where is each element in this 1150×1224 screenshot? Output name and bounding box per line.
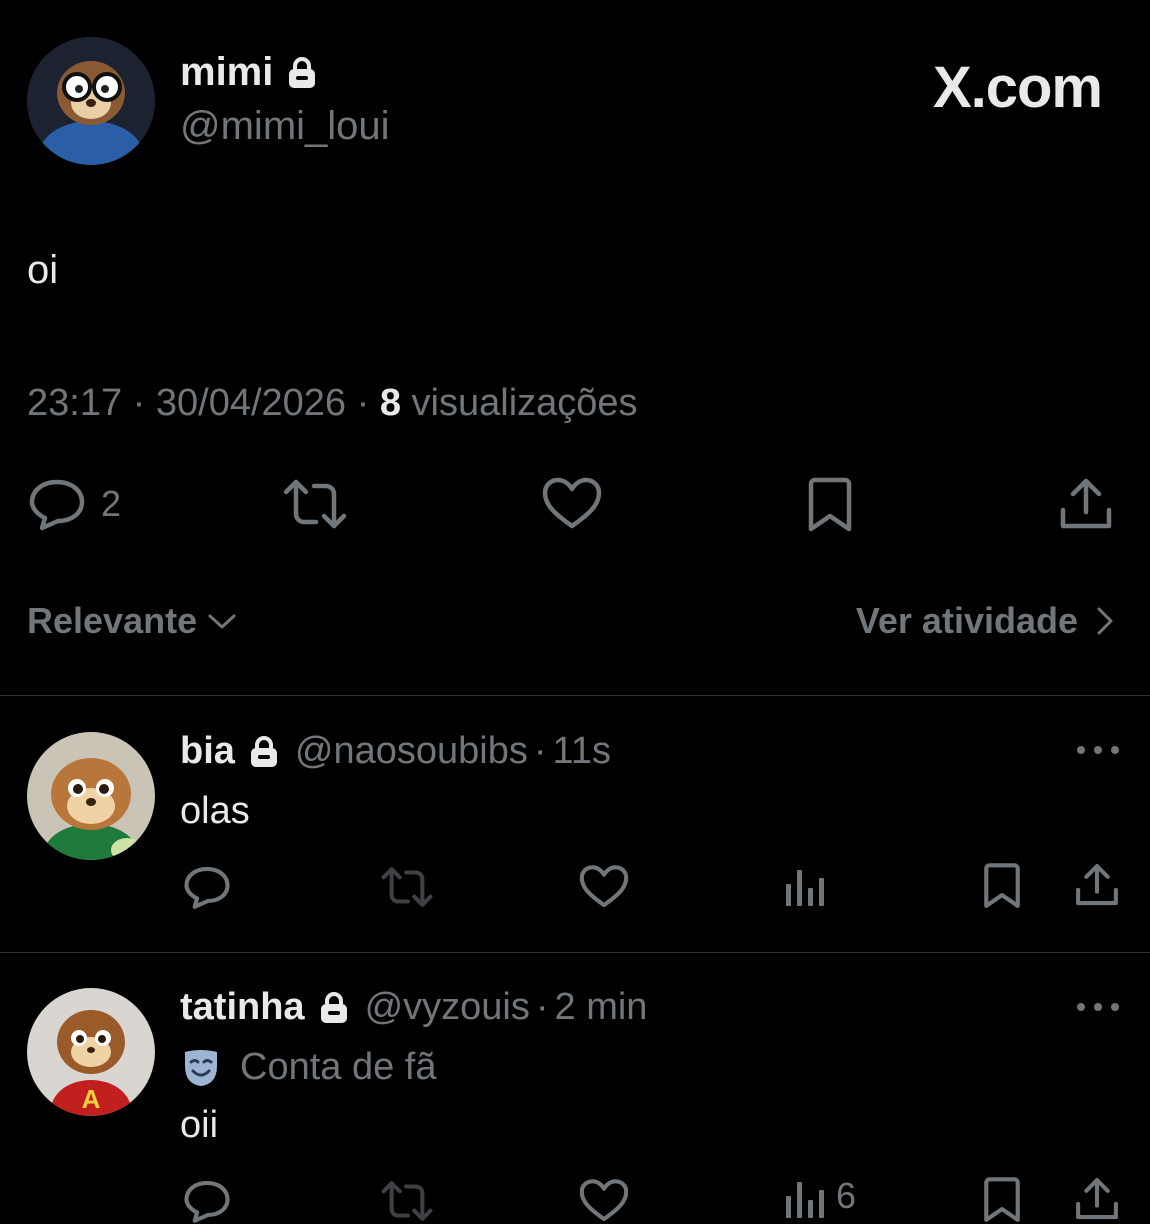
views-count: 8 [379, 382, 401, 424]
like-button[interactable] [541, 476, 603, 532]
retweet-button[interactable] [282, 478, 348, 530]
share-icon [1058, 476, 1114, 532]
reply-author-handle[interactable]: @naosoubibs [295, 730, 528, 773]
more-options-icon[interactable] [1075, 997, 1121, 1017]
lock-icon [287, 56, 317, 90]
heart-icon [578, 864, 630, 910]
reply-author-name[interactable]: tatinha [180, 986, 305, 1029]
reply-author-handle[interactable]: @vyzouis [365, 986, 530, 1029]
divider [0, 952, 1150, 953]
reply-button[interactable]: 2 [27, 476, 121, 532]
fan-account-badge: Conta de fã [182, 1046, 436, 1089]
separator: · [533, 730, 547, 772]
reply-avatar[interactable]: A [27, 988, 155, 1116]
tweet-date: 30/04/2026 [155, 382, 347, 424]
like-button[interactable] [578, 864, 630, 910]
reply-header: tatinha @vyzouis · 2 min [180, 986, 647, 1029]
retweet-icon [282, 478, 348, 530]
author-avatar[interactable] [27, 37, 155, 165]
reply-button[interactable] [182, 864, 232, 910]
reply-icon [27, 476, 87, 532]
separator: · [132, 382, 156, 424]
sort-dropdown[interactable]: Relevante [27, 600, 237, 642]
bookmark-icon [981, 1176, 1023, 1224]
reply-time[interactable]: 11s [553, 730, 611, 773]
separator: · [535, 986, 549, 1028]
author-name[interactable]: mimi [180, 50, 317, 95]
views-button[interactable] [784, 866, 826, 908]
activity-label: Ver atividade [855, 600, 1078, 641]
fan-account-label: Conta de fã [240, 1046, 437, 1088]
reply-header: bia @naosoubibs · 11s [180, 730, 611, 773]
share-icon [1074, 862, 1120, 908]
views-button[interactable]: 6 [784, 1178, 856, 1220]
view-activity-link[interactable]: Ver atividade [856, 600, 1114, 642]
brand-logo: X.com [932, 55, 1103, 120]
views-count: 6 [836, 1175, 857, 1216]
retweet-button[interactable] [380, 1180, 434, 1222]
author-name-text: mimi [180, 50, 274, 94]
heart-icon [541, 476, 603, 532]
bar-chart-icon [784, 866, 826, 908]
reply-avatar[interactable] [27, 732, 155, 860]
bookmark-icon [805, 476, 855, 534]
sort-label: Relevante [27, 600, 198, 641]
bookmark-icon [981, 862, 1023, 910]
heart-icon [578, 1178, 630, 1224]
separator: · [356, 382, 380, 424]
tweet-time: 23:17 [27, 382, 123, 424]
bookmark-button[interactable] [981, 1176, 1023, 1224]
retweet-icon [380, 866, 434, 908]
mask-icon [182, 1048, 220, 1088]
divider [0, 695, 1150, 696]
more-options-icon[interactable] [1075, 740, 1121, 760]
retweet-icon [380, 1180, 434, 1222]
tweet-text: oi [27, 248, 59, 292]
reply-text: oii [180, 1104, 219, 1146]
reply-icon [182, 864, 232, 910]
chevron-right-icon [1096, 606, 1114, 636]
reply-icon [182, 1178, 232, 1224]
share-button[interactable] [1074, 1176, 1120, 1222]
lock-icon [319, 991, 349, 1025]
bookmark-button[interactable] [981, 862, 1023, 910]
reply-time[interactable]: 2 min [555, 986, 648, 1029]
tweet-meta: 23:17 · 30/04/2026 · 8 visualizações [27, 382, 638, 425]
share-icon [1074, 1176, 1120, 1222]
reply-button[interactable] [182, 1178, 232, 1224]
bookmark-button[interactable] [805, 476, 855, 534]
chevron-down-icon [207, 610, 237, 632]
share-button[interactable] [1074, 862, 1120, 908]
views-label: visualizações [411, 382, 638, 424]
reply-count: 2 [101, 483, 122, 524]
svg-text:A: A [82, 1084, 101, 1114]
retweet-button[interactable] [380, 866, 434, 908]
author-handle[interactable]: @mimi_loui [180, 104, 390, 149]
like-button[interactable] [578, 1178, 630, 1224]
reply-author-name[interactable]: bia [180, 730, 235, 773]
reply-text: olas [180, 790, 250, 832]
bar-chart-icon [784, 1178, 826, 1220]
lock-icon [249, 735, 279, 769]
share-button[interactable] [1058, 476, 1114, 532]
